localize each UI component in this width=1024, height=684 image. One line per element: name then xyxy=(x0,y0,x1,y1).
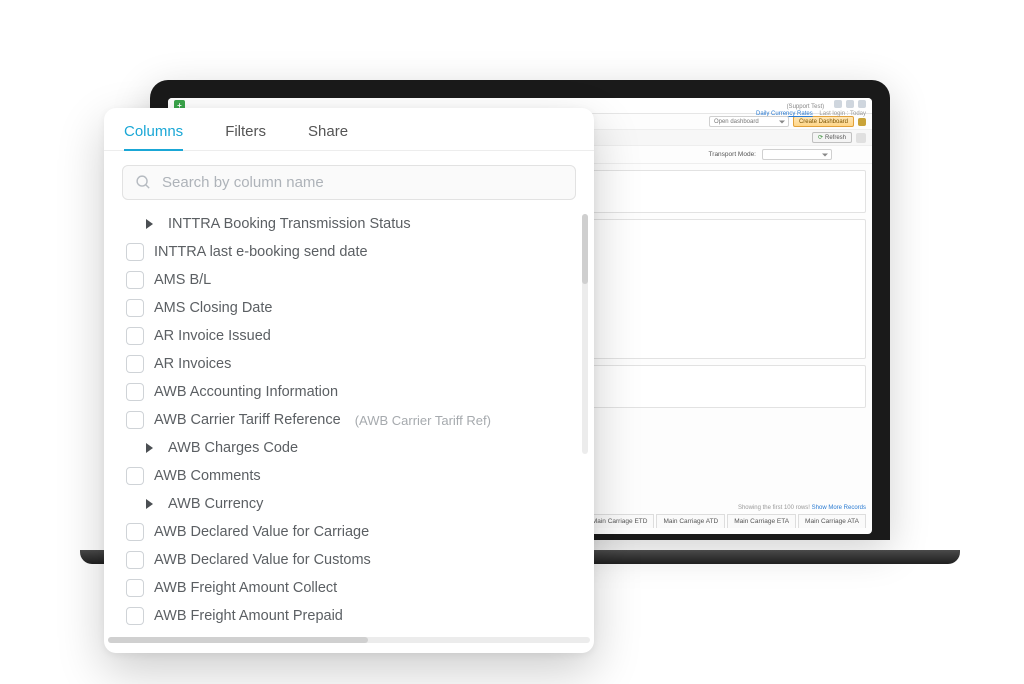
column-search-input[interactable] xyxy=(162,174,563,191)
column-item-label: AWB Carrier Tariff Reference xyxy=(154,412,341,428)
transport-mode-label: Transport Mode: xyxy=(709,151,756,158)
column-checkbox[interactable] xyxy=(126,411,144,429)
column-item-label: AWB Comments xyxy=(154,468,261,484)
expand-caret-icon[interactable] xyxy=(140,495,158,513)
column-checkbox[interactable] xyxy=(126,579,144,597)
column-list-item[interactable]: AWB Freight Amount Collect xyxy=(124,574,576,602)
transport-mode-select[interactable] xyxy=(762,149,832,160)
column-item-label: AWB Currency xyxy=(168,496,263,512)
column-checkbox[interactable] xyxy=(126,607,144,625)
horizontal-scrollbar[interactable] xyxy=(108,637,590,643)
tab-columns[interactable]: Columns xyxy=(124,124,183,151)
column-list-item[interactable]: AR Invoice Issued xyxy=(124,322,576,350)
column-checkbox[interactable] xyxy=(126,467,144,485)
support-label: (Support Test) xyxy=(787,104,825,111)
column-list-item[interactable]: AR Invoices xyxy=(124,350,576,378)
column-item-label: AR Invoice Issued xyxy=(154,328,271,344)
column-list-item[interactable]: AWB Freight Amount Prepaid xyxy=(124,602,576,625)
column-item-label: INTTRA Booking Transmission Status xyxy=(168,216,411,232)
column-list-item[interactable]: AWB Carrier Tariff Reference (AWB Carrier… xyxy=(124,406,576,434)
column-item-label: AWB Accounting Information xyxy=(154,384,338,400)
column-tab[interactable]: Main Carriage ATD xyxy=(656,514,725,528)
star-icon[interactable] xyxy=(858,118,866,126)
column-item-label: AWB Declared Value for Carriage xyxy=(154,524,369,540)
column-checkbox[interactable] xyxy=(126,523,144,541)
column-checkbox[interactable] xyxy=(126,327,144,345)
column-item-sublabel: (AWB Carrier Tariff Ref) xyxy=(355,413,491,428)
scrollbar-thumb[interactable] xyxy=(582,214,588,284)
column-tab[interactable]: Main Carriage ETA xyxy=(727,514,796,528)
column-checkbox[interactable] xyxy=(126,243,144,261)
panel-tab-bar: Columns Filters Share xyxy=(104,108,594,151)
column-list-item[interactable]: AWB Currency xyxy=(138,490,576,518)
column-list-item[interactable]: AMS Closing Date xyxy=(124,294,576,322)
column-list-item[interactable]: INTTRA Booking Transmission Status xyxy=(138,210,576,238)
create-dashboard-label: Create Dashboard xyxy=(799,119,848,125)
column-checkbox[interactable] xyxy=(126,355,144,373)
column-list-item[interactable]: AWB Charges Code xyxy=(138,434,576,462)
refresh-button[interactable]: ⟳ Refresh xyxy=(812,132,852,143)
column-checkbox[interactable] xyxy=(126,271,144,289)
tab-share[interactable]: Share xyxy=(308,124,348,150)
search-icon xyxy=(135,174,152,191)
column-tab[interactable]: Main Carriage ETD xyxy=(585,514,655,528)
expand-caret-icon[interactable] xyxy=(140,215,158,233)
vertical-scrollbar[interactable] xyxy=(582,214,588,454)
column-item-label: AWB Charges Code xyxy=(168,440,298,456)
show-more-link[interactable]: Show More Records xyxy=(812,505,866,511)
refresh-icon: ⟳ xyxy=(818,134,823,141)
column-item-label: AWB Declared Value for Customs xyxy=(154,552,371,568)
open-dashboard-label: Open dashboard xyxy=(714,119,759,125)
column-list-item[interactable]: INTTRA last e-booking send date xyxy=(124,238,576,266)
column-picker-panel: Columns Filters Share INTTRA Booking Tra… xyxy=(104,108,594,653)
column-list-item[interactable]: AWB Comments xyxy=(124,462,576,490)
column-item-label: AR Invoices xyxy=(154,356,231,372)
column-item-label: AMS Closing Date xyxy=(154,300,272,316)
column-item-label: AMS B/L xyxy=(154,272,211,288)
column-item-label: INTTRA last e-booking send date xyxy=(154,244,368,260)
record-count-note: Showing the first 100 rows! xyxy=(738,505,812,511)
tab-filters[interactable]: Filters xyxy=(225,124,266,150)
column-item-label: AWB Freight Amount Collect xyxy=(154,580,337,596)
last-login-label: Last login : Today xyxy=(819,111,866,117)
open-dashboard-select[interactable]: Open dashboard xyxy=(709,116,789,127)
star-icon[interactable] xyxy=(856,133,866,143)
column-search[interactable] xyxy=(122,165,576,200)
header-icon[interactable] xyxy=(834,100,842,108)
refresh-label: Refresh xyxy=(825,135,846,141)
column-list-item[interactable]: AWB Accounting Information xyxy=(124,378,576,406)
header-icon[interactable] xyxy=(858,100,866,108)
column-tab[interactable]: Main Carriage ATA xyxy=(798,514,866,528)
column-list: INTTRA Booking Transmission Status INTTRA… xyxy=(104,208,594,635)
column-list-item[interactable]: AWB Declared Value for Carriage xyxy=(124,518,576,546)
column-checkbox[interactable] xyxy=(126,383,144,401)
column-checkbox[interactable] xyxy=(126,299,144,317)
column-list-item[interactable]: AWB Declared Value for Customs xyxy=(124,546,576,574)
expand-caret-icon[interactable] xyxy=(140,439,158,457)
header-icon[interactable] xyxy=(846,100,854,108)
column-checkbox[interactable] xyxy=(126,551,144,569)
column-item-label: AWB Freight Amount Prepaid xyxy=(154,608,343,624)
header-icon-group xyxy=(832,103,866,110)
scrollbar-thumb[interactable] xyxy=(108,637,368,643)
column-list-item[interactable]: AMS B/L xyxy=(124,266,576,294)
